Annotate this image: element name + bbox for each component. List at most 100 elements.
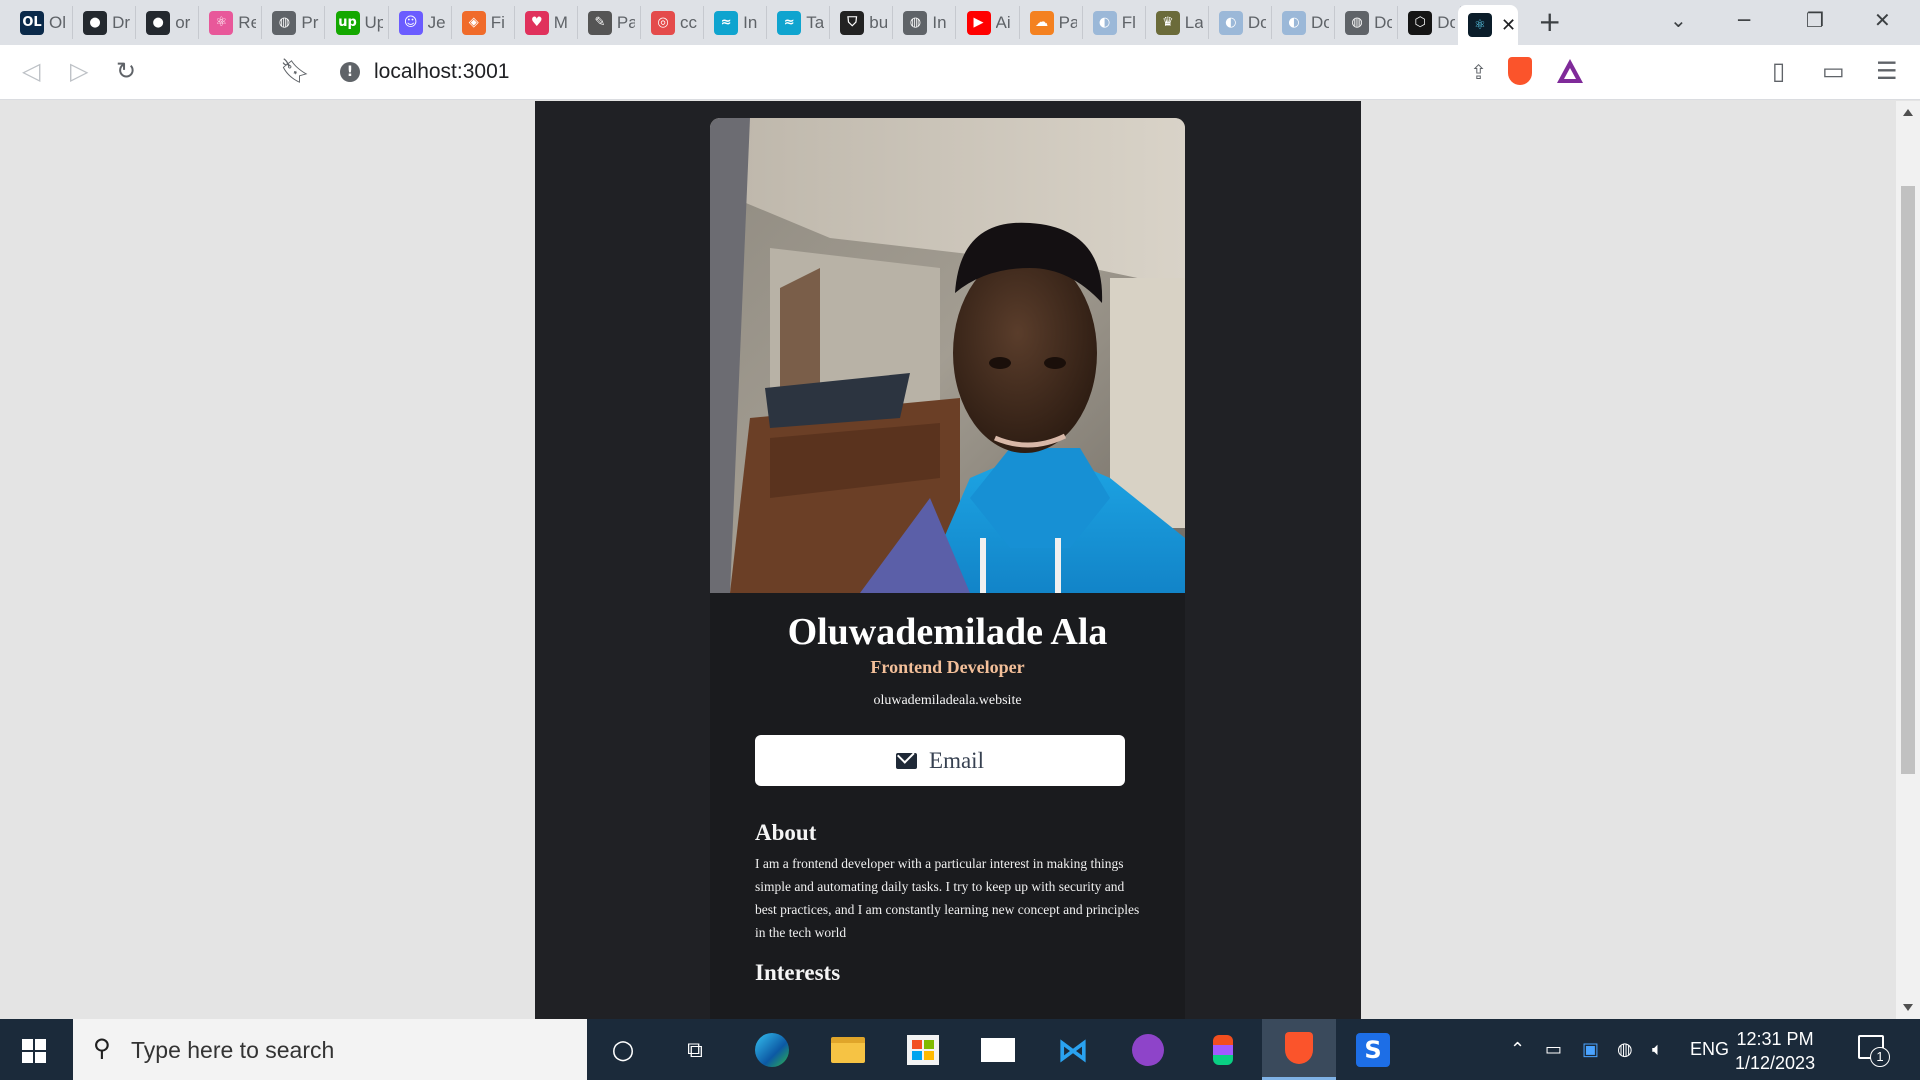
clock-date: 1/12/2023 — [1735, 1053, 1816, 1073]
url-text[interactable]: localhost:3001 — [374, 60, 509, 84]
scrollbar-thumb[interactable] — [1901, 186, 1915, 774]
github-icon: ● — [83, 10, 108, 35]
bookmark-icon[interactable]: 🔖︎ — [280, 57, 310, 85]
tab-title: Do — [1374, 12, 1393, 32]
tab-title: Do — [1311, 12, 1329, 32]
tab-title: Re — [238, 12, 257, 32]
browser-tab[interactable]: ▶ Ai — [957, 6, 1020, 39]
file-explorer-icon[interactable] — [829, 1031, 867, 1069]
notification-count: 1 — [1870, 1047, 1890, 1067]
close-tab-icon[interactable]: ✕ — [1501, 15, 1516, 36]
github-desktop-icon[interactable] — [1129, 1031, 1167, 1069]
browser-tab[interactable]: ● Dr — [73, 6, 137, 39]
app-s-icon[interactable]: S — [1354, 1031, 1392, 1069]
wallet-icon[interactable]: ▭ — [1822, 57, 1845, 85]
share-icon[interactable]: ⇪ — [1470, 60, 1487, 84]
menu-icon[interactable]: ☰ — [1876, 57, 1898, 85]
upwork-icon: up — [335, 10, 360, 35]
reload-button[interactable]: ↻ — [116, 57, 136, 85]
ol-icon: OL — [20, 10, 44, 35]
globe-icon: ◍ — [1345, 10, 1370, 35]
browser-tab[interactable]: OL Ol — [10, 6, 73, 39]
tab-title: Je — [427, 12, 446, 32]
browser-tab[interactable]: ◍ Pr — [262, 6, 326, 39]
smiley-icon: ☺ — [398, 10, 423, 35]
browser-tab[interactable]: ◐ Fl — [1083, 6, 1146, 39]
microsoft-store-icon[interactable] — [904, 1031, 942, 1069]
network-globe-icon[interactable]: ◍ — [1617, 1039, 1633, 1060]
tab-search-icon[interactable]: ⌄ — [1670, 8, 1687, 32]
task-view-icon[interactable]: ⧉ — [676, 1031, 714, 1069]
volume-icon[interactable]: 🔈︎ — [1652, 1039, 1663, 1060]
defender-icon[interactable]: ▣ — [1582, 1039, 1599, 1060]
tab-title: Ol — [49, 12, 66, 32]
codesandbox-icon: ⬡ — [1408, 10, 1433, 35]
tab-title: Pr — [301, 12, 319, 32]
restore-button[interactable]: ❐ — [1806, 8, 1824, 32]
profile-website-link[interactable]: oluwademiladeala.website — [710, 693, 1185, 709]
new-tab-button[interactable]: + — [1538, 8, 1561, 36]
taskbar-clock[interactable]: 12:31 PM 1/12/2023 — [1735, 1027, 1815, 1075]
sidebar-toggle-icon[interactable]: ▯ — [1772, 57, 1785, 85]
tab-title: La — [1184, 12, 1203, 32]
browser-tab[interactable]: ◍ Do — [1335, 6, 1399, 39]
browser-tab[interactable]: ◐ Do — [1272, 6, 1335, 39]
show-hidden-icons[interactable]: ⌃ — [1510, 1039, 1525, 1060]
windows-start-icon[interactable] — [22, 1039, 46, 1063]
back-button[interactable]: ◁ — [22, 57, 40, 85]
profile-photo — [710, 118, 1185, 593]
browser-tab[interactable]: ◎ cc — [641, 6, 704, 39]
browser-tab[interactable]: ◈ Fi — [452, 6, 515, 39]
flutter-icon: ◐ — [1282, 10, 1306, 35]
address-bar[interactable]: ! localhost:3001 ⇪ — [324, 51, 1597, 93]
page-viewport: Oluwademilade Ala Frontend Developer olu… — [0, 101, 1896, 1019]
browser-tab[interactable]: ◍ In — [893, 6, 957, 39]
profile-role: Frontend Developer — [870, 657, 1025, 677]
browser-tab[interactable]: ☺ Je — [389, 6, 452, 39]
profile-photo-image — [710, 118, 1185, 593]
browser-tab[interactable]: ⬡ Do — [1398, 6, 1462, 39]
forward-button[interactable]: ▷ — [70, 57, 88, 85]
battery-icon[interactable]: ▭ — [1545, 1039, 1562, 1060]
brave-rewards-icon[interactable] — [1557, 59, 1583, 83]
browser-tab[interactable]: ⛉ bu — [830, 6, 894, 39]
scroll-down-arrow[interactable] — [1903, 1004, 1913, 1011]
globe-icon: ◍ — [903, 10, 928, 35]
close-window-button[interactable]: ✕ — [1874, 8, 1891, 32]
browser-tab[interactable]: ● or — [136, 6, 200, 39]
scroll-up-arrow[interactable] — [1903, 109, 1913, 116]
taskbar-search-box[interactable]: ⚲ Type here to search — [73, 1019, 587, 1080]
cloud-icon: ☁ — [1029, 10, 1054, 35]
search-placeholder: Type here to search — [131, 1037, 335, 1063]
browser-tab[interactable]: ♥ M — [515, 6, 578, 39]
site-info-icon[interactable]: ! — [340, 62, 360, 82]
browser-tab[interactable]: ≈ Ta — [767, 6, 831, 39]
browser-tab[interactable]: ⚛ Re — [199, 6, 263, 39]
tab-active[interactable]: ⚛ ✕ — [1458, 5, 1518, 45]
profile-info: Oluwademilade Ala Frontend Developer olu… — [710, 593, 1185, 986]
edge-icon[interactable] — [753, 1031, 791, 1069]
tab-title: Dr — [112, 12, 131, 32]
browser-tab[interactable]: ◐ Do — [1209, 6, 1272, 39]
browser-tab[interactable]: up Up — [326, 6, 389, 39]
about-section: About I am a frontend developer with a p… — [710, 820, 1185, 986]
tab-title: bu — [869, 12, 888, 32]
browser-tab[interactable]: ≈ In — [704, 6, 768, 39]
minimize-button[interactable]: ─ — [1738, 8, 1750, 32]
email-button[interactable]: Email — [755, 735, 1125, 786]
brave-shields-icon[interactable] — [1508, 57, 1532, 85]
brave-browser-icon[interactable] — [1262, 1019, 1336, 1080]
tab-title: Do — [1437, 12, 1456, 32]
vscode-icon[interactable]: ⋈ — [1054, 1031, 1092, 1069]
figma-icon[interactable] — [1204, 1031, 1242, 1069]
flutter-icon: ◐ — [1092, 10, 1117, 35]
page-scrollbar[interactable] — [1896, 101, 1920, 1019]
browser-tab[interactable]: ✎ Pa — [578, 6, 641, 39]
browser-tab[interactable]: ♛ La — [1146, 6, 1209, 39]
cortana-icon[interactable]: ○ — [604, 1031, 642, 1069]
mail-icon[interactable] — [979, 1031, 1017, 1069]
language-indicator[interactable]: ENG — [1690, 1039, 1729, 1060]
tab-title: or — [175, 12, 191, 32]
tab-title: Ta — [806, 12, 825, 32]
browser-tab[interactable]: ☁ Pa — [1020, 6, 1083, 39]
